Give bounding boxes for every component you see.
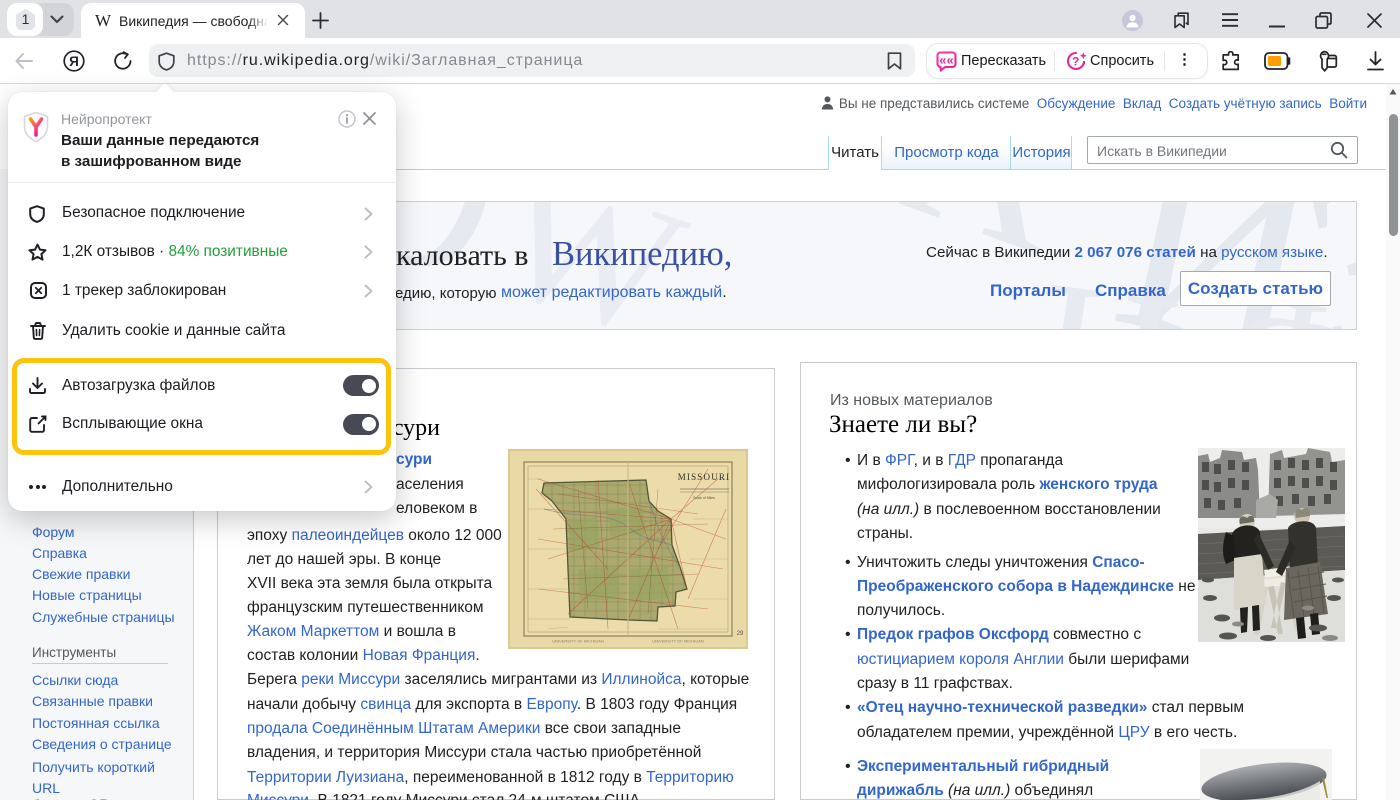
svg-text:UNIVERSITY OF MICHIGAN: UNIVERSITY OF MICHIGAN [552,639,604,644]
svg-text:UNIVERSITY OF MICHIGAN: UNIVERSITY OF MICHIGAN [652,639,704,644]
svg-text:?: ? [1072,54,1079,68]
svg-text:««: «« [939,53,953,68]
svg-text:Я: Я [69,54,79,69]
svg-text:Scale of Miles: Scale of Miles [693,496,715,500]
svg-text:MISSOURI: MISSOURI [678,472,731,482]
svg-text:29: 29 [737,631,744,637]
